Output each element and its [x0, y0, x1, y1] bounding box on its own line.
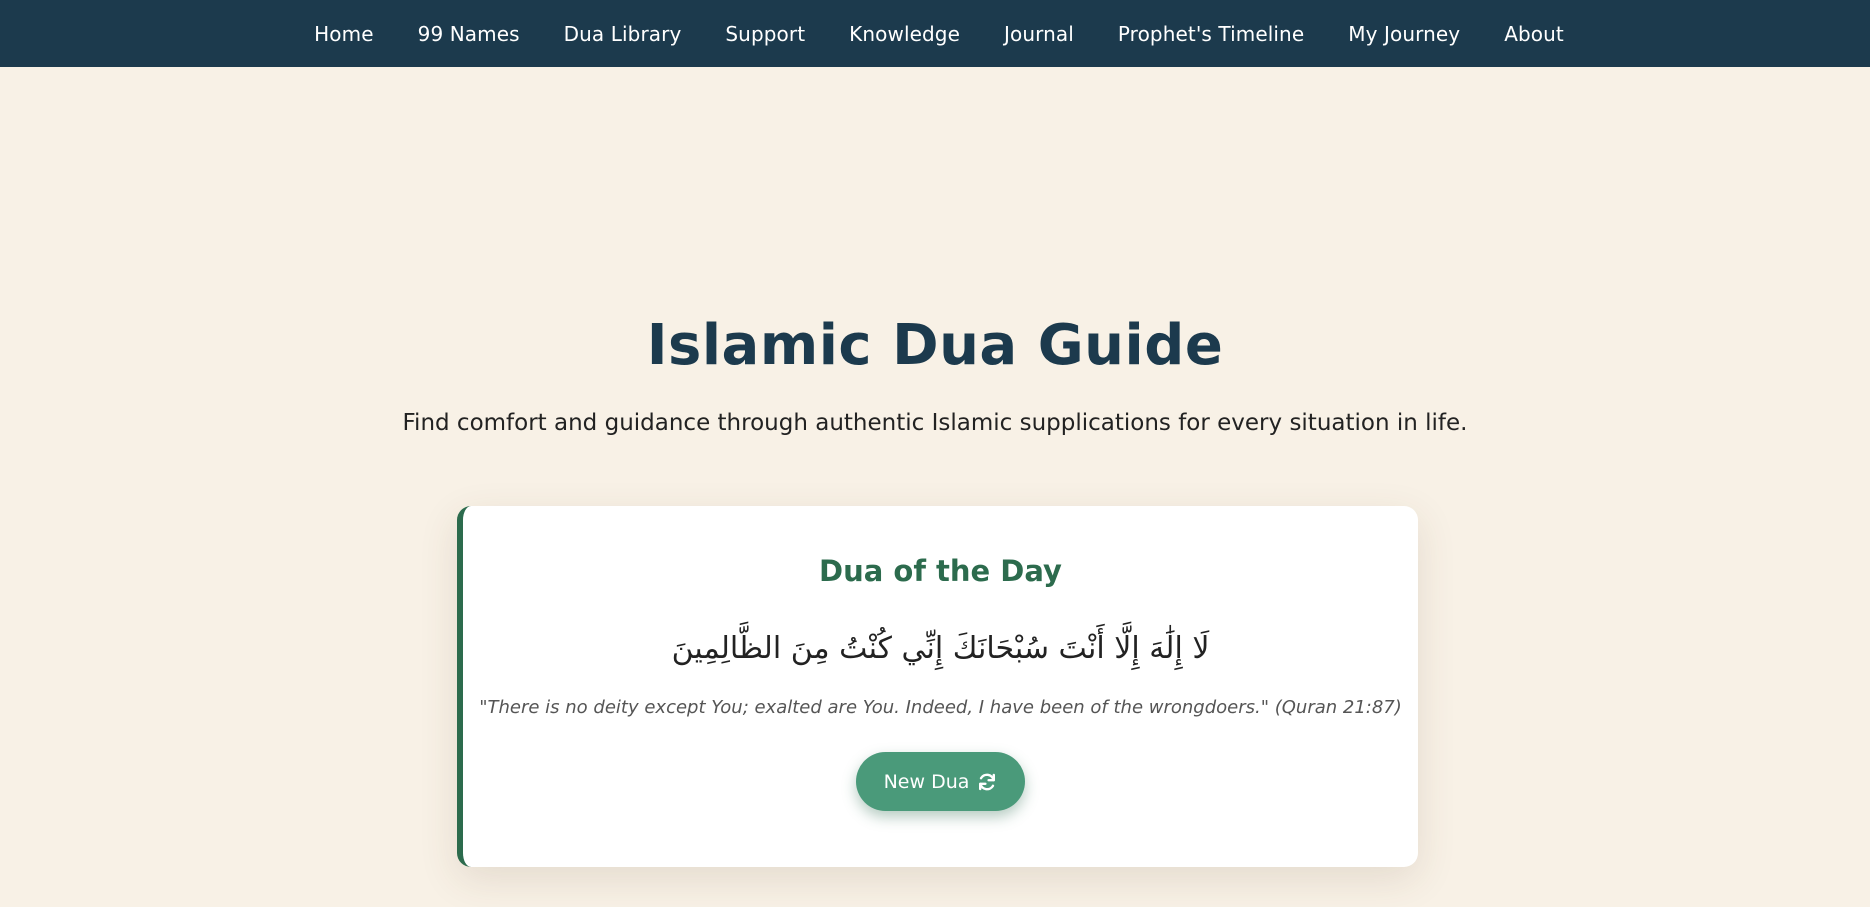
dua-arabic-text: لَا إِلَٰهَ إِلَّا أَنْتَ سُبْحَانَكَ إِ…	[671, 631, 1210, 666]
dua-of-the-day-card: Dua of the Day لَا إِلَٰهَ إِلَّا أَنْتَ…	[457, 506, 1418, 867]
nav-item-99-names[interactable]: 99 Names	[396, 22, 542, 46]
new-dua-button[interactable]: New Dua	[856, 752, 1025, 811]
nav-item-home[interactable]: Home	[292, 22, 395, 46]
page-title: Islamic Dua Guide	[646, 313, 1224, 378]
nav-item-prophets-timeline[interactable]: Prophet's Timeline	[1096, 22, 1326, 46]
top-navbar: Home 99 Names Dua Library Support Knowle…	[0, 0, 1870, 67]
page-subtitle: Find comfort and guidance through authen…	[402, 410, 1468, 436]
nav-item-journal[interactable]: Journal	[982, 22, 1096, 46]
new-dua-button-label: New Dua	[883, 770, 970, 793]
hero-section: Islamic Dua Guide Find comfort and guida…	[0, 312, 1870, 438]
nav-item-dua-library[interactable]: Dua Library	[542, 22, 704, 46]
nav-item-about[interactable]: About	[1482, 22, 1586, 46]
nav-item-my-journey[interactable]: My Journey	[1326, 22, 1482, 46]
nav-item-knowledge[interactable]: Knowledge	[827, 22, 982, 46]
nav-item-support[interactable]: Support	[703, 22, 827, 46]
nav-list: Home 99 Names Dua Library Support Knowle…	[292, 22, 1586, 46]
refresh-icon	[977, 772, 997, 792]
dua-translation: "There is no deity except You; exalted a…	[479, 697, 1402, 718]
card-title: Dua of the Day	[819, 554, 1062, 588]
